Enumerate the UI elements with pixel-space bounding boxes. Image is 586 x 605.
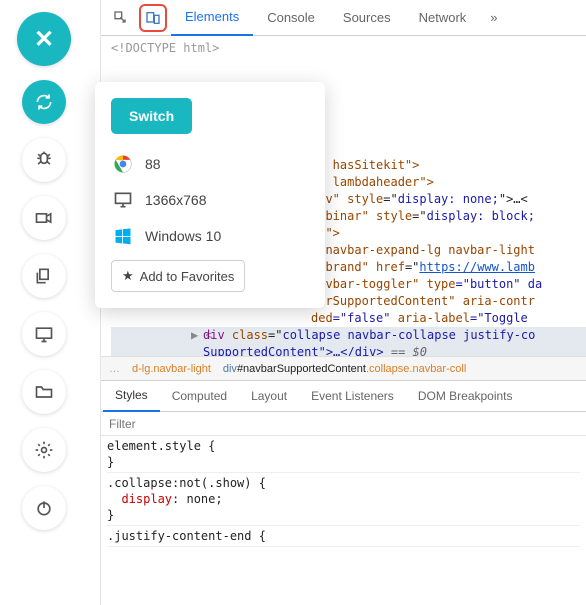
devtools-tabbar: Elements Console Sources Network » xyxy=(101,0,586,36)
dom-selected-line-2: SupportedContent">…</div> == $0 xyxy=(111,344,586,356)
copy-icon xyxy=(34,266,54,286)
windows-icon xyxy=(113,226,133,246)
bug-icon xyxy=(34,150,54,170)
breadcrumb-item[interactable]: d-lg.navbar-light xyxy=(132,363,211,375)
folder-icon xyxy=(34,382,54,402)
styles-filter-row xyxy=(101,412,586,436)
styles-tabbar: Styles Computed Layout Event Listeners D… xyxy=(101,380,586,412)
dom-breadcrumb[interactable]: … d-lg.navbar-light div#navbarSupportedC… xyxy=(101,356,586,380)
monitor-icon xyxy=(113,190,133,210)
add-to-favorites-button[interactable]: ★ Add to Favorites xyxy=(111,260,245,292)
copy-button[interactable] xyxy=(22,254,66,298)
bug-button[interactable] xyxy=(22,138,66,182)
toggle-device-toolbar-button[interactable] xyxy=(139,4,167,32)
gear-icon xyxy=(34,440,54,460)
resolution-label: 1366x768 xyxy=(145,192,207,208)
styles-tab-dom-bp[interactable]: DOM Breakpoints xyxy=(406,380,525,412)
tab-sources[interactable]: Sources xyxy=(329,0,405,36)
sync-icon xyxy=(34,92,54,112)
power-button[interactable] xyxy=(22,486,66,530)
styles-tab-event[interactable]: Event Listeners xyxy=(299,380,406,412)
breadcrumb-ellipsis: … xyxy=(109,363,120,375)
dom-line: ded="false" aria-label="Toggle xyxy=(111,310,586,327)
browser-row: 88 xyxy=(111,146,309,182)
device-icon xyxy=(145,10,161,26)
sidebar: ✕ xyxy=(0,0,88,605)
tab-console[interactable]: Console xyxy=(253,0,329,36)
styles-filter-input[interactable] xyxy=(109,417,578,431)
os-row: Windows 10 xyxy=(111,218,309,254)
styles-body[interactable]: element.style {} .collapse:not(.show) { … xyxy=(101,436,586,551)
close-icon: ✕ xyxy=(34,25,54,54)
styles-tab-computed[interactable]: Computed xyxy=(160,380,239,412)
favorites-label: Add to Favorites xyxy=(140,269,235,284)
settings-button[interactable] xyxy=(22,428,66,472)
css-rule: .justify-content-end { xyxy=(107,528,580,547)
breadcrumb-selected[interactable]: div#navbarSupportedContent.collapse.navb… xyxy=(223,363,466,375)
screen-button[interactable] xyxy=(22,312,66,356)
doctype-line: <!DOCTYPE html> xyxy=(111,40,586,57)
switch-button[interactable]: Switch xyxy=(111,98,192,134)
more-tabs-button[interactable]: » xyxy=(480,10,507,25)
sync-button[interactable] xyxy=(22,80,66,124)
css-rule: element.style {} xyxy=(107,438,580,473)
css-rule: .collapse:not(.show) { display: none;} xyxy=(107,475,580,526)
power-icon xyxy=(34,498,54,518)
os-label: Windows 10 xyxy=(145,228,221,244)
session-popover: Switch 88 1366x768 Windows 10 ★ Add to F… xyxy=(95,82,325,308)
close-button[interactable]: ✕ xyxy=(17,12,71,66)
inspect-icon xyxy=(113,10,129,26)
folder-button[interactable] xyxy=(22,370,66,414)
star-icon: ★ xyxy=(122,268,134,284)
video-icon xyxy=(34,208,54,228)
styles-tab-styles[interactable]: Styles xyxy=(103,380,160,412)
dom-selected-line[interactable]: ▶ <div class="collapse navbar-collapse j… xyxy=(111,327,586,344)
styles-tab-layout[interactable]: Layout xyxy=(239,380,299,412)
inspect-element-button[interactable] xyxy=(107,4,135,32)
resolution-row: 1366x768 xyxy=(111,182,309,218)
tab-network[interactable]: Network xyxy=(405,0,481,36)
chrome-icon xyxy=(113,154,133,174)
screen-icon xyxy=(34,324,54,344)
tab-elements[interactable]: Elements xyxy=(171,0,253,36)
browser-version-label: 88 xyxy=(145,156,161,172)
video-button[interactable] xyxy=(22,196,66,240)
